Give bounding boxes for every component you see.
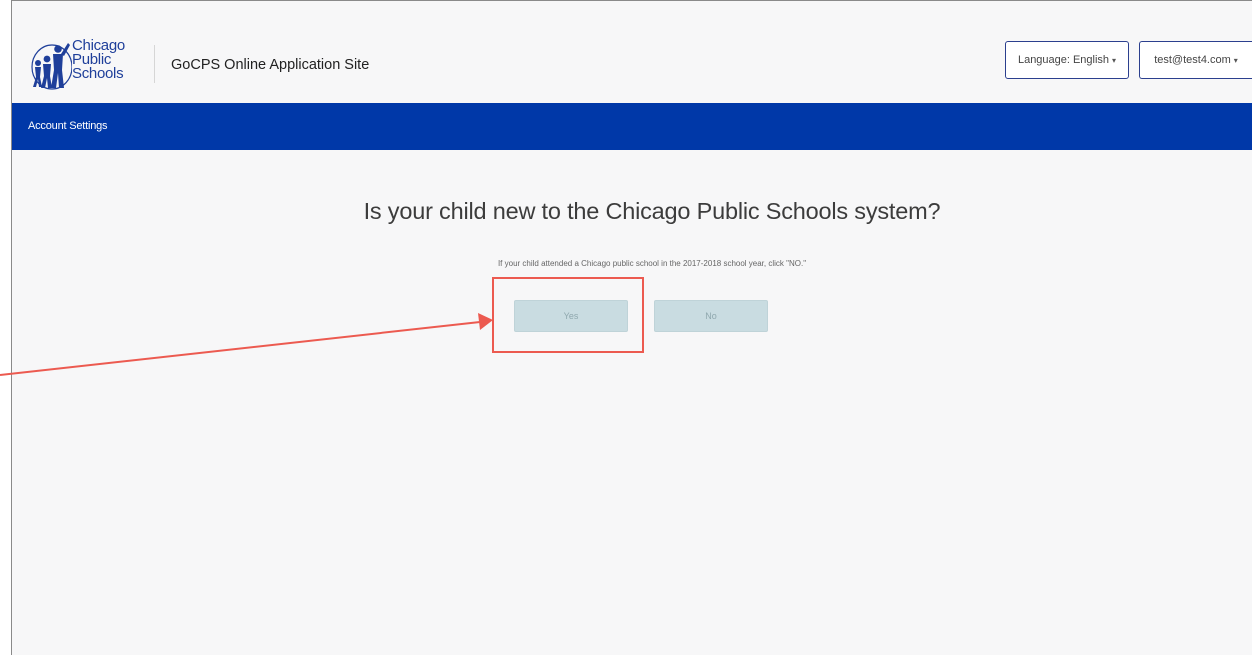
browser-viewport: Chicago Public Schools GoCPS Online Appl… [11, 0, 1252, 655]
main-navbar: Account Settings [12, 103, 1252, 150]
nav-item-account-settings[interactable]: Account Settings [28, 120, 108, 132]
cps-logo[interactable]: Chicago Public Schools [28, 37, 150, 93]
logo-line-3: Schools [72, 65, 124, 82]
page-hint: If your child attended a Chicago public … [497, 259, 807, 268]
site-header: Chicago Public Schools GoCPS Online Appl… [12, 1, 1252, 103]
language-value: English [1072, 54, 1110, 66]
language-label: Language: [1017, 54, 1070, 66]
cps-figures-logo-icon [31, 43, 72, 90]
yes-button[interactable]: Yes [514, 300, 628, 332]
caret-down-icon: ▾ [1112, 55, 1117, 65]
header-divider [154, 45, 155, 83]
logo-wordmark: Chicago Public Schools [72, 38, 125, 82]
page-question: Is your child new to the Chicago Public … [363, 198, 941, 224]
account-dropdown[interactable]: test@test4.com ▾ [1139, 41, 1252, 79]
no-button[interactable]: No [654, 300, 768, 332]
caret-down-icon: ▾ [1233, 55, 1238, 65]
language-dropdown[interactable]: Language: English ▾ [1005, 41, 1129, 79]
account-email: test@test4.com [1154, 54, 1231, 66]
site-title: GoCPS Online Application Site [171, 57, 370, 73]
